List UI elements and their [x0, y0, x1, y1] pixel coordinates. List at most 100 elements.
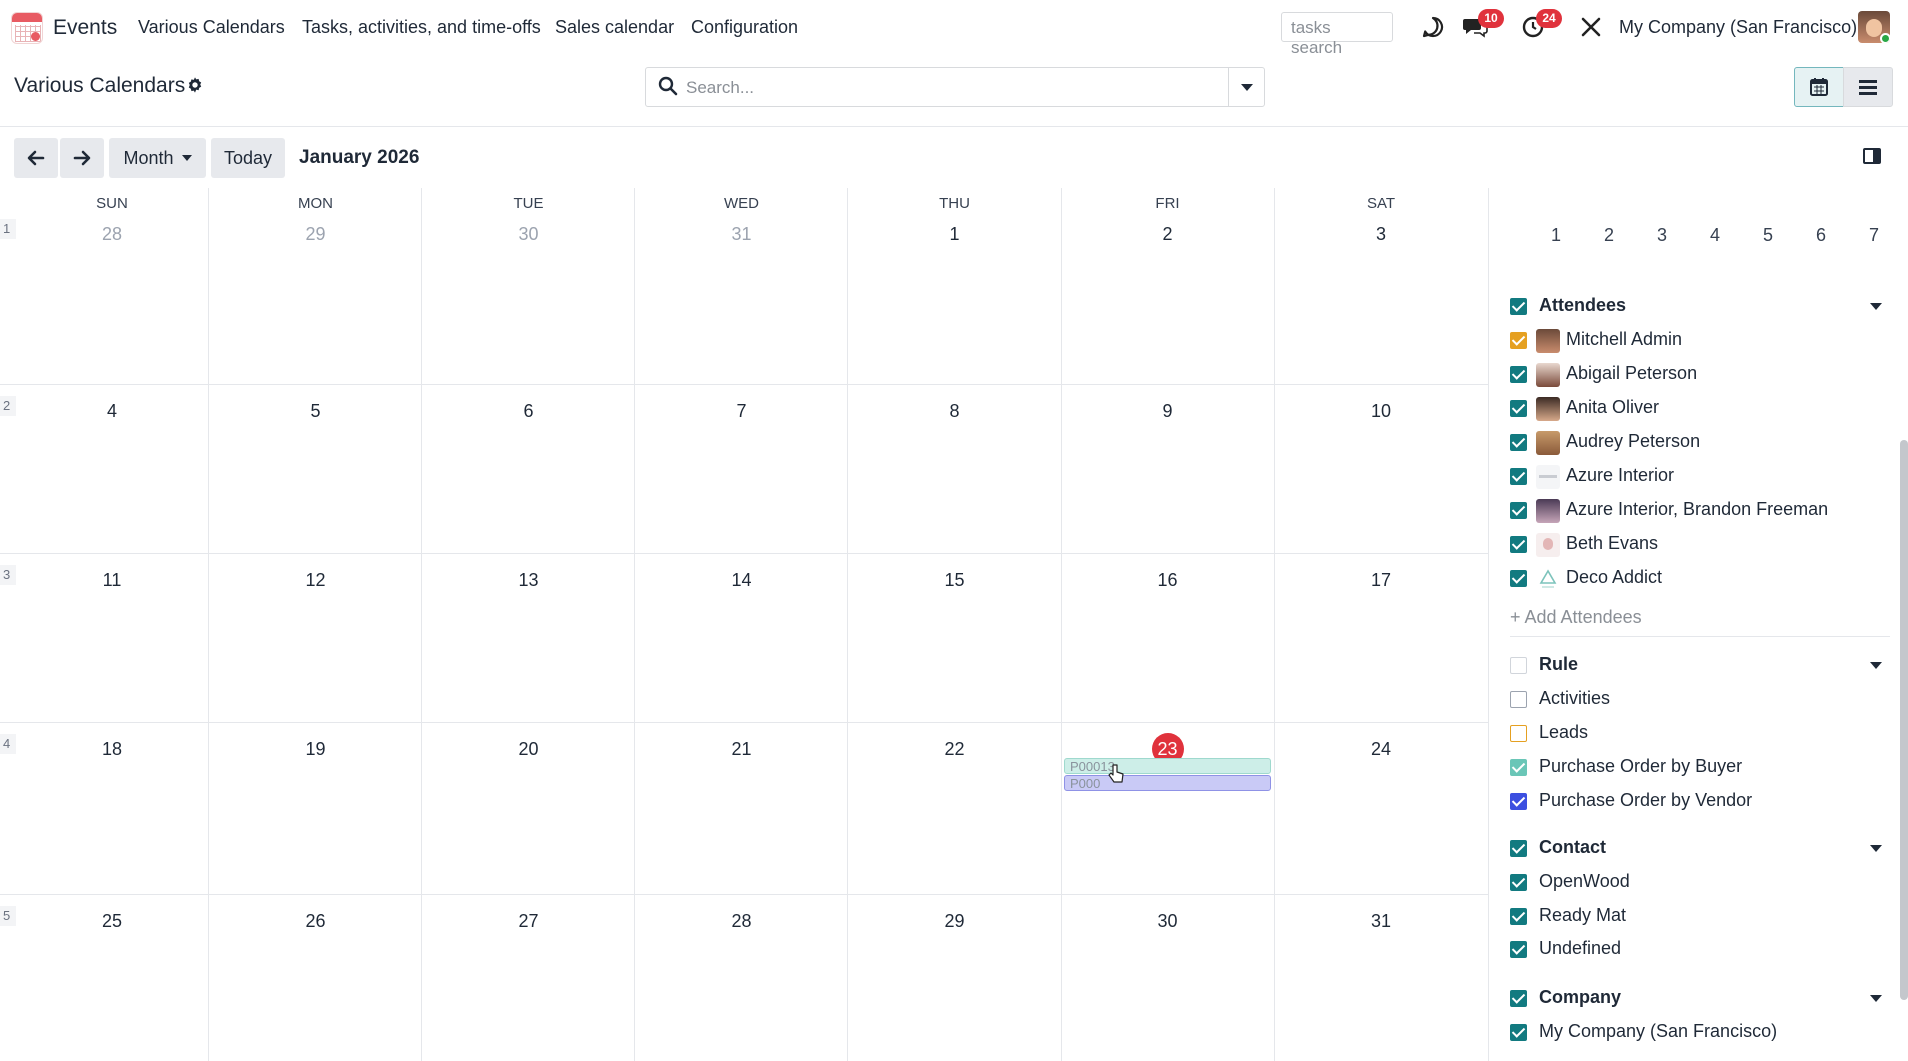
attendee-row[interactable]: Audrey Peterson: [1510, 431, 1890, 457]
contact-checkbox[interactable]: [1510, 941, 1527, 958]
next-button[interactable]: [60, 138, 104, 178]
day-cell[interactable]: [848, 188, 1061, 384]
attendee-label: Beth Evans: [1566, 533, 1659, 553]
gear-icon[interactable]: [186, 76, 204, 100]
day-cell[interactable]: [1274, 188, 1488, 384]
day-number: 15: [944, 570, 965, 590]
search-bar[interactable]: Search...: [645, 67, 1265, 107]
attendee-checkbox[interactable]: [1510, 400, 1527, 417]
today-button[interactable]: Today: [211, 138, 285, 178]
mini-day[interactable]: 6: [1806, 225, 1836, 246]
scale-dropdown[interactable]: Month: [109, 138, 206, 178]
day-number: 10: [1370, 401, 1392, 421]
mini-day[interactable]: 2: [1594, 225, 1624, 246]
mini-day[interactable]: 1: [1541, 225, 1571, 246]
contact-checkbox[interactable]: [1510, 874, 1527, 891]
arrow-right-icon: [73, 150, 91, 166]
attendee-row[interactable]: Deco Addict: [1510, 567, 1890, 593]
divider: [0, 126, 1908, 127]
week-number: 3: [0, 565, 16, 585]
calendar-view-button[interactable]: [1794, 67, 1844, 107]
app-name[interactable]: Events: [53, 16, 117, 40]
day-number: 21: [731, 739, 752, 759]
day-cell[interactable]: [209, 188, 422, 384]
messages-icon[interactable]: 10: [1462, 9, 1504, 40]
menu-tasks-activities[interactable]: Tasks, activities, and time-offs: [302, 17, 541, 38]
company-switcher[interactable]: My Company (San Francisco): [1619, 17, 1857, 38]
discuss-icon[interactable]: [1420, 14, 1446, 40]
day-cell[interactable]: [1061, 188, 1274, 384]
day-number: 26: [305, 911, 326, 931]
previous-button[interactable]: [14, 138, 58, 178]
company-all-checkbox[interactable]: [1510, 990, 1527, 1007]
caret-down-icon[interactable]: [1870, 995, 1882, 1002]
day-number: 12: [305, 570, 326, 590]
contact-row[interactable]: Undefined: [1510, 938, 1890, 964]
rule-checkbox[interactable]: [1510, 759, 1527, 776]
attendee-checkbox[interactable]: [1510, 366, 1527, 383]
sidebar-scrollbar[interactable]: [1900, 440, 1908, 1000]
attendee-row[interactable]: Azure Interior, Brandon Freeman: [1510, 499, 1890, 525]
mini-day[interactable]: 3: [1647, 225, 1677, 246]
day-number: 31: [1370, 911, 1392, 931]
attendee-checkbox[interactable]: [1510, 502, 1527, 519]
arrow-left-icon: [27, 150, 45, 166]
caret-down-icon[interactable]: [1870, 303, 1882, 310]
rule-checkbox[interactable]: [1510, 691, 1527, 708]
search-input[interactable]: Search...: [686, 78, 754, 98]
mini-day[interactable]: 7: [1859, 225, 1889, 246]
caret-down-icon[interactable]: [1870, 845, 1882, 852]
attendee-label: Mitchell Admin: [1566, 329, 1683, 349]
list-view-button[interactable]: [1843, 67, 1893, 107]
company-row[interactable]: My Company (San Francisco): [1510, 1021, 1890, 1047]
attendee-row[interactable]: Azure Interior: [1510, 465, 1890, 491]
rule-row[interactable]: Activities: [1510, 688, 1890, 714]
attendee-checkbox[interactable]: [1510, 332, 1527, 349]
menu-sales-calendar[interactable]: Sales calendar: [555, 17, 674, 38]
attendee-row[interactable]: Abigail Peterson: [1510, 363, 1890, 389]
add-attendees-link[interactable]: + Add Attendees: [1510, 607, 1642, 628]
day-number: 22: [944, 739, 965, 759]
attendee-checkbox[interactable]: [1510, 570, 1527, 587]
day-number: 5: [310, 401, 321, 421]
caret-down-icon[interactable]: [1870, 662, 1882, 669]
menu-configuration[interactable]: Configuration: [691, 17, 798, 38]
company-checkbox[interactable]: [1510, 1024, 1527, 1041]
day-number: 29: [305, 224, 326, 244]
rule-row[interactable]: Purchase Order by Vendor: [1510, 790, 1890, 816]
tasks-search-input[interactable]: tasks search: [1281, 12, 1393, 57]
calendar-event[interactable]: P00013: [1064, 758, 1271, 774]
user-avatar[interactable]: [1858, 11, 1890, 43]
contact-row[interactable]: Ready Mat: [1510, 905, 1890, 931]
search-options-toggle[interactable]: [1228, 68, 1264, 106]
day-number: 11: [102, 570, 122, 590]
rule-checkbox[interactable]: [1510, 793, 1527, 810]
attendee-row[interactable]: Anita Oliver: [1510, 397, 1890, 423]
rule-checkbox[interactable]: [1510, 725, 1527, 742]
activities-clock-icon[interactable]: 24: [1520, 9, 1562, 40]
menu-various-calendars[interactable]: Various Calendars: [138, 17, 285, 38]
week-number: 5: [0, 906, 16, 926]
contact-checkbox[interactable]: [1510, 908, 1527, 925]
attendees-all-checkbox[interactable]: [1510, 298, 1527, 315]
rule-row[interactable]: Leads: [1510, 722, 1890, 748]
attendee-checkbox[interactable]: [1510, 434, 1527, 451]
attendee-row[interactable]: Beth Evans: [1510, 533, 1890, 559]
day-cell[interactable]: [422, 188, 635, 384]
sidebar-toggle-icon[interactable]: [1863, 148, 1881, 164]
attendee-row[interactable]: Mitchell Admin: [1510, 329, 1890, 355]
attendee-checkbox[interactable]: [1510, 536, 1527, 553]
calendar-app-icon[interactable]: [11, 12, 43, 44]
day-cell[interactable]: [16, 188, 208, 384]
contact-all-checkbox[interactable]: [1510, 840, 1527, 857]
attendee-checkbox[interactable]: [1510, 468, 1527, 485]
day-cell[interactable]: [635, 188, 848, 384]
mini-day[interactable]: 5: [1753, 225, 1783, 246]
rule-all-checkbox[interactable]: [1510, 657, 1527, 674]
rule-row[interactable]: Purchase Order by Buyer: [1510, 756, 1890, 782]
tools-icon[interactable]: [1578, 14, 1604, 40]
calendar-event[interactable]: P000: [1064, 775, 1271, 791]
mini-day[interactable]: 4: [1700, 225, 1730, 246]
month-calendar: SUN MON TUE WED THU FRI SAT 1 28 29 30 31 1 2 3…: [0, 188, 1488, 1061]
contact-row[interactable]: OpenWood: [1510, 871, 1890, 897]
